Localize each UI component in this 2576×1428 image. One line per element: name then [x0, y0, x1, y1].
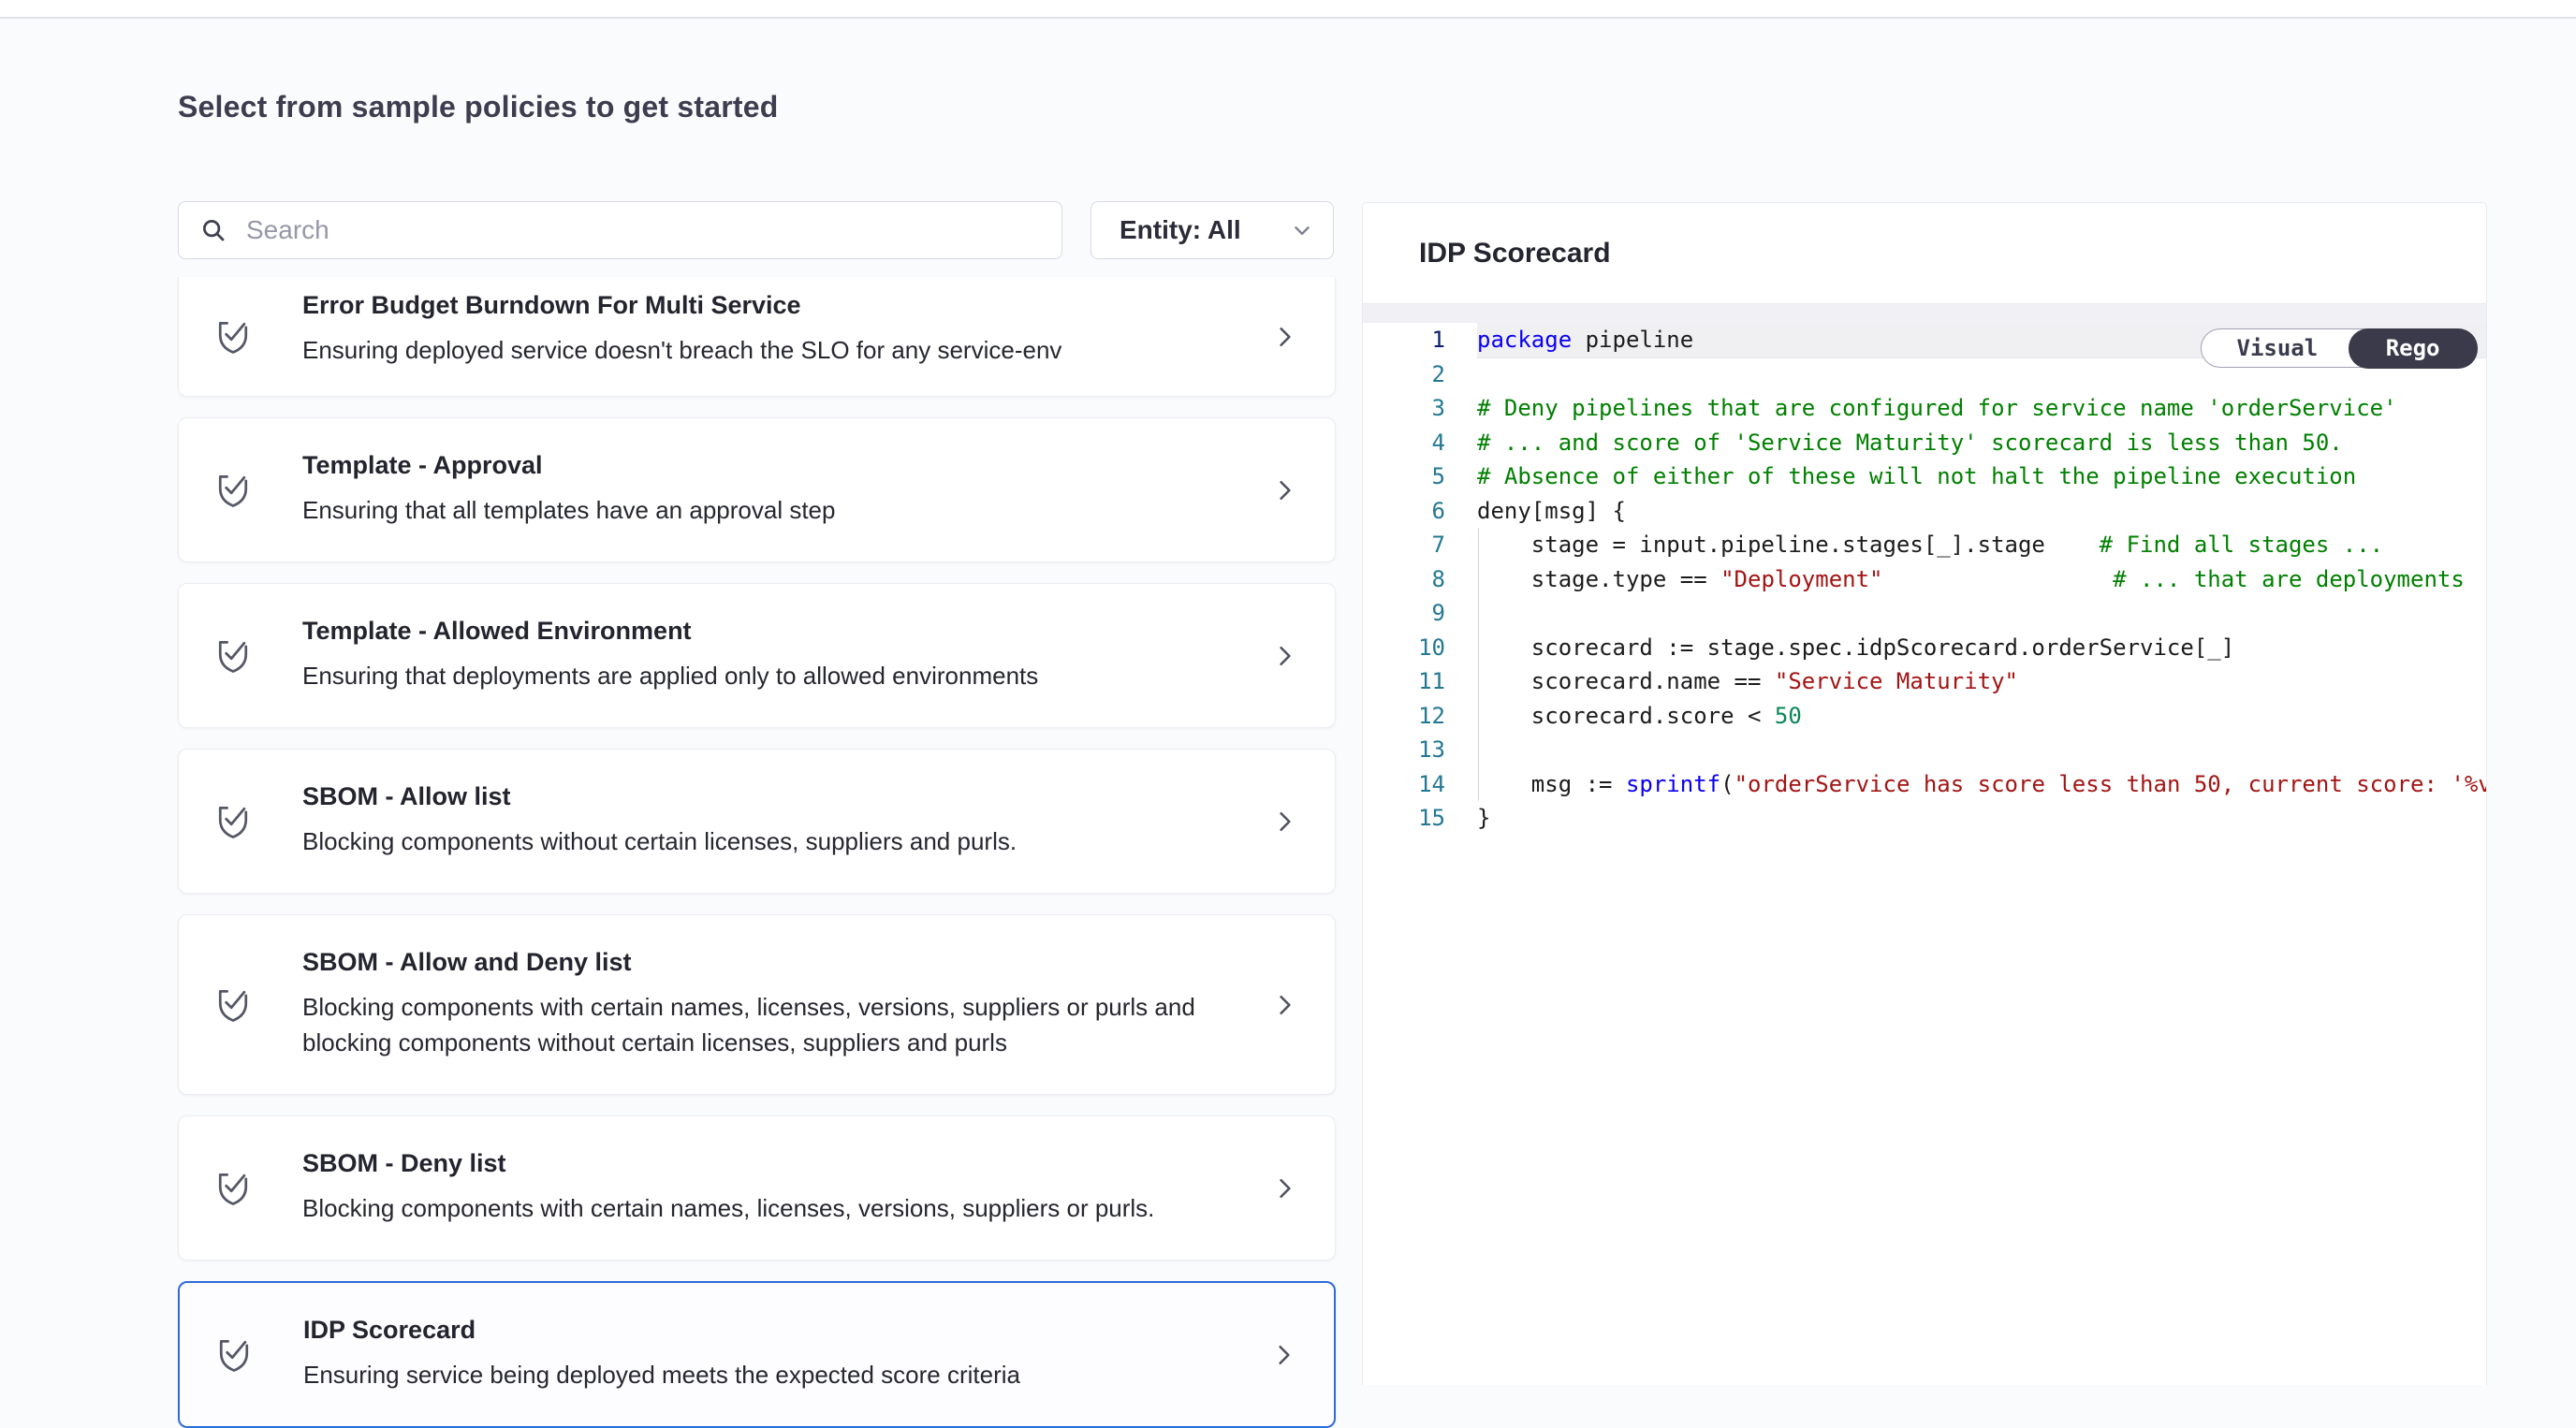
search-box[interactable] [178, 201, 1062, 259]
code-text: scorecard.score < 50 [1477, 699, 1802, 734]
preview-title: IDP Scorecard [1419, 238, 1611, 270]
code-text: # Deny pipelines that are configured for… [1477, 391, 2397, 426]
policy-title: SBOM - Allow list [302, 781, 1017, 811]
policy-shield-icon [212, 468, 254, 513]
policy-desc: Ensuring deployed service doesn't breach… [302, 332, 1061, 368]
chevron-right-icon [1271, 989, 1299, 1021]
code-text: stage.type == "Deployment" # ... that ar… [1477, 562, 2465, 597]
line-number: 10 [1363, 631, 1477, 665]
code-line-4: 4# ... and score of 'Service Maturity' s… [1363, 426, 2486, 460]
line-number: 4 [1363, 426, 1477, 460]
policy-desc: Ensuring that deployments are applied on… [302, 658, 1038, 693]
policy-card-sbom-deny-list[interactable]: SBOM - Deny list Blocking components with… [178, 1115, 1336, 1260]
policy-card-sbom-allow-and-deny-list[interactable]: SBOM - Allow and Deny list Blocking compo… [178, 914, 1336, 1095]
search-icon [199, 216, 227, 244]
code-line-13: 13 [1363, 733, 2486, 767]
policy-card-template-allowed-environment[interactable]: Template - Allowed Environment Ensuring t… [178, 583, 1336, 728]
code-text: package pipeline [1477, 323, 1693, 357]
chevron-right-icon [1271, 474, 1299, 506]
code-line-3: 3# Deny pipelines that are configured fo… [1363, 391, 2486, 426]
policy-title: Error Budget Burndown For Multi Service [302, 290, 1061, 320]
rego-toggle-button[interactable]: Rego [2349, 328, 2478, 369]
policy-title: Template - Approval [302, 450, 835, 480]
policy-preview-panel: IDP Scorecard 1package pipeline23# Deny … [1362, 202, 2487, 1385]
code-line-5: 5# Absence of either of these will not h… [1363, 459, 2486, 494]
line-number: 13 [1363, 733, 1477, 767]
policy-card-idp-scorecard[interactable]: IDP Scorecard Ensuring service being depl… [178, 1281, 1336, 1428]
top-app-bar [0, 0, 2576, 19]
code-toolbar-strip [1363, 304, 2486, 323]
policy-shield-icon [212, 1166, 254, 1211]
chevron-right-icon [1271, 1173, 1299, 1204]
line-number: 7 [1363, 528, 1477, 562]
policy-desc: Ensuring that all templates have an appr… [302, 492, 835, 528]
entity-filter-dropdown[interactable]: Entity: All [1090, 201, 1334, 259]
line-number: 6 [1363, 494, 1477, 529]
code-line-10: 10 scorecard := stage.spec.idpScorecard.… [1363, 631, 2486, 665]
code-text: msg := sprintf("orderService has score l… [1477, 767, 2486, 802]
chevron-right-icon [1271, 321, 1299, 353]
chevron-right-icon [1271, 640, 1299, 672]
line-number: 12 [1363, 699, 1477, 734]
code-text: } [1477, 801, 1490, 836]
chevron-right-icon [1270, 1339, 1298, 1371]
line-number: 1 [1363, 323, 1477, 357]
policy-desc: Blocking components with certain names, … [302, 989, 1201, 1060]
policy-desc: Blocking components without certain lice… [302, 823, 1017, 859]
line-number: 5 [1363, 459, 1477, 494]
code-line-8: 8 stage.type == "Deployment" # ... that … [1363, 562, 2486, 597]
policy-card-error-budget-burndown-for-multi-service[interactable]: Error Budget Burndown For Multi Service E… [178, 277, 1336, 397]
policy-shield-icon [212, 314, 254, 359]
search-input[interactable] [244, 214, 997, 246]
code-line-12: 12 scorecard.score < 50 [1363, 699, 2486, 734]
policy-list: Error Budget Burndown For Multi Service E… [178, 277, 1336, 1428]
code-line-15: 15} [1363, 801, 2486, 836]
entity-filter-label: Entity: All [1120, 215, 1241, 245]
policy-card-sbom-allow-list[interactable]: SBOM - Allow list Blocking components wit… [178, 749, 1336, 894]
policy-shield-icon [212, 983, 254, 1027]
page-title: Select from sample policies to get start… [178, 90, 778, 124]
code-text: scorecard := stage.spec.idpScorecard.ord… [1477, 631, 2234, 665]
chevron-down-icon [1290, 218, 1314, 242]
line-number: 14 [1363, 767, 1477, 802]
policy-shield-icon [212, 634, 254, 678]
code-line-6: 6deny[msg] { [1363, 494, 2486, 529]
policy-shield-icon [213, 1333, 255, 1377]
code-line-9: 9 [1363, 596, 2486, 631]
code-line-7: 7 stage = input.pipeline.stages[_].stage… [1363, 528, 2486, 562]
visual-rego-toggle[interactable]: Visual Rego [2201, 328, 2478, 368]
preview-header: IDP Scorecard [1363, 203, 2486, 304]
policy-title: SBOM - Allow and Deny list [302, 947, 1201, 977]
rego-code-editor[interactable]: 1package pipeline23# Deny pipelines that… [1363, 323, 2486, 1384]
policy-title: Template - Allowed Environment [302, 616, 1038, 646]
code-line-14: 14 msg := sprintf("orderService has scor… [1363, 767, 2486, 802]
policy-card-template-approval[interactable]: Template - Approval Ensuring that all tem… [178, 417, 1336, 562]
line-number: 11 [1363, 664, 1477, 699]
line-number: 15 [1363, 801, 1477, 836]
code-line-11: 11 scorecard.name == "Service Maturity" [1363, 664, 2486, 699]
code-text: # ... and score of 'Service Maturity' sc… [1477, 426, 2343, 460]
policy-title: SBOM - Deny list [302, 1148, 1154, 1178]
line-number: 3 [1363, 391, 1477, 426]
line-number: 2 [1363, 357, 1477, 392]
chevron-right-icon [1271, 806, 1299, 838]
line-number: 8 [1363, 562, 1477, 597]
policy-shield-icon [212, 799, 254, 844]
code-text: stage = input.pipeline.stages[_].stage #… [1477, 528, 2383, 562]
code-text: # Absence of either of these will not ha… [1477, 459, 2356, 494]
policy-desc: Blocking components with certain names, … [302, 1190, 1154, 1226]
policy-desc: Ensuring service being deployed meets th… [303, 1357, 1020, 1392]
line-number: 9 [1363, 596, 1477, 631]
code-text: scorecard.name == "Service Maturity" [1477, 664, 2018, 699]
visual-toggle-button[interactable]: Visual [2202, 329, 2350, 367]
code-text: deny[msg] { [1477, 494, 1626, 529]
policy-title: IDP Scorecard [303, 1315, 1020, 1345]
